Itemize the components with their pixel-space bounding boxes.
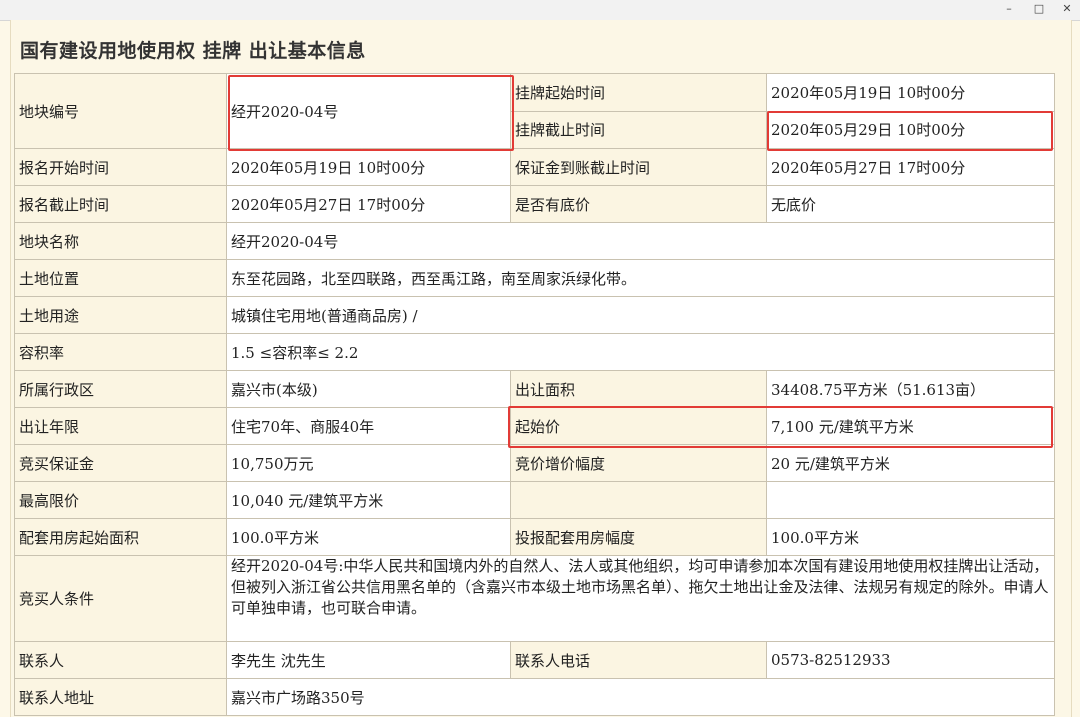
minimize-icon[interactable]: –	[994, 0, 1024, 20]
table-row: 报名开始时间 2020年05月19日 10时00分 保证金到账截止时间 2020…	[14, 148, 1055, 186]
district-value: 嘉兴市(本级)	[226, 370, 511, 408]
reserve-price-label: 是否有底价	[510, 185, 767, 223]
bid-deposit-label: 竞买保证金	[14, 444, 227, 482]
empty-cell	[766, 481, 1055, 519]
plot-no-label: 地块编号	[14, 73, 227, 149]
far-value: 1.5 ≤容积率≤ 2.2	[226, 333, 1055, 371]
start-price-value: 7,100 元/建筑平方米	[766, 407, 1055, 445]
listing-end-value: 2020年05月29日 10时00分	[766, 110, 1055, 149]
max-price-label: 最高限价	[14, 481, 227, 519]
term-value: 住宅70年、商服40年	[226, 407, 511, 445]
table-row: 土地用途 城镇住宅用地(普通商品房) /	[14, 296, 1055, 334]
area-value: 34408.75平方米（51.613亩）	[766, 370, 1055, 408]
location-value: 东至花园路，北至四联路，西至禹江路，南至周家浜绿化带。	[226, 259, 1055, 297]
empty-cell	[510, 481, 767, 519]
table-row: 地块名称 经开2020-04号	[14, 222, 1055, 260]
address-label: 联系人地址	[14, 678, 227, 716]
window-title-bar: – □ ✕	[0, 0, 1080, 21]
reg-start-value: 2020年05月19日 10时00分	[226, 148, 511, 186]
phone-value: 0573-82512933	[766, 641, 1055, 679]
table-row: 联系人地址 嘉兴市广场路350号	[14, 678, 1055, 716]
listing-start-value: 2020年05月19日 10时00分	[766, 73, 1055, 112]
table-row: 竞买人条件 经开2020-04号:中华人民共和国境内外的自然人、法人或其他组织，…	[14, 555, 1055, 642]
reg-end-label: 报名截止时间	[14, 185, 227, 223]
plot-name-value: 经开2020-04号	[226, 222, 1055, 260]
far-label: 容积率	[14, 333, 227, 371]
housing-step-value: 100.0平方米	[766, 518, 1055, 556]
increment-label: 竞价增价幅度	[510, 444, 767, 482]
contact-label: 联系人	[14, 641, 227, 679]
table-row: 所属行政区 嘉兴市(本级) 出让面积 34408.75平方米（51.613亩）	[14, 370, 1055, 408]
district-label: 所属行政区	[14, 370, 227, 408]
listing-start-label: 挂牌起始时间	[510, 73, 767, 112]
table-row: 容积率 1.5 ≤容积率≤ 2.2	[14, 333, 1055, 371]
area-label: 出让面积	[510, 370, 767, 408]
increment-value: 20 元/建筑平方米	[766, 444, 1055, 482]
table-row: 竞买保证金 10,750万元 竞价增价幅度 20 元/建筑平方米	[14, 444, 1055, 482]
term-label: 出让年限	[14, 407, 227, 445]
table-row: 最高限价 10,040 元/建筑平方米	[14, 481, 1055, 519]
table-row: 地块编号 经开2020-04号 挂牌起始时间 2020年05月19日 10时00…	[14, 73, 1055, 149]
conditions-value: 经开2020-04号:中华人民共和国境内外的自然人、法人或其他组织，均可申请参加…	[226, 555, 1055, 642]
reg-start-label: 报名开始时间	[14, 148, 227, 186]
table-row: 配套用房起始面积 100.0平方米 投报配套用房幅度 100.0平方米	[14, 518, 1055, 556]
plot-name-label: 地块名称	[14, 222, 227, 260]
reg-end-value: 2020年05月27日 17时00分	[226, 185, 511, 223]
contact-value: 李先生 沈先生	[226, 641, 511, 679]
listing-end-label: 挂牌截止时间	[510, 110, 767, 149]
plot-no-value: 经开2020-04号	[226, 73, 511, 149]
housing-step-label: 投报配套用房幅度	[510, 518, 767, 556]
table-row: 联系人 李先生 沈先生 联系人电话 0573-82512933	[14, 641, 1055, 679]
table-row: 土地位置 东至花园路，北至四联路，西至禹江路，南至周家浜绿化带。	[14, 259, 1055, 297]
reserve-price-value: 无底价	[766, 185, 1055, 223]
housing-start-label: 配套用房起始面积	[14, 518, 227, 556]
start-price-label: 起始价	[510, 407, 767, 445]
land-use-value: 城镇住宅用地(普通商品房) /	[226, 296, 1055, 334]
deposit-deadline-value: 2020年05月27日 17时00分	[766, 148, 1055, 186]
max-price-value: 10,040 元/建筑平方米	[226, 481, 511, 519]
phone-label: 联系人电话	[510, 641, 767, 679]
maximize-icon[interactable]: □	[1024, 0, 1054, 20]
conditions-label: 竞买人条件	[14, 555, 227, 642]
land-info-table: 地块编号 经开2020-04号 挂牌起始时间 2020年05月19日 10时00…	[14, 73, 1055, 716]
land-use-label: 土地用途	[14, 296, 227, 334]
deposit-deadline-label: 保证金到账截止时间	[510, 148, 767, 186]
close-icon[interactable]: ✕	[1052, 0, 1080, 20]
location-label: 土地位置	[14, 259, 227, 297]
table-row: 报名截止时间 2020年05月27日 17时00分 是否有底价 无底价	[14, 185, 1055, 223]
address-value: 嘉兴市广场路350号	[226, 678, 1055, 716]
bid-deposit-value: 10,750万元	[226, 444, 511, 482]
housing-start-value: 100.0平方米	[226, 518, 511, 556]
page-title: 国有建设用地使用权 挂牌 出让基本信息	[20, 40, 366, 62]
table-row: 出让年限 住宅70年、商服40年 起始价 7,100 元/建筑平方米	[14, 407, 1055, 445]
